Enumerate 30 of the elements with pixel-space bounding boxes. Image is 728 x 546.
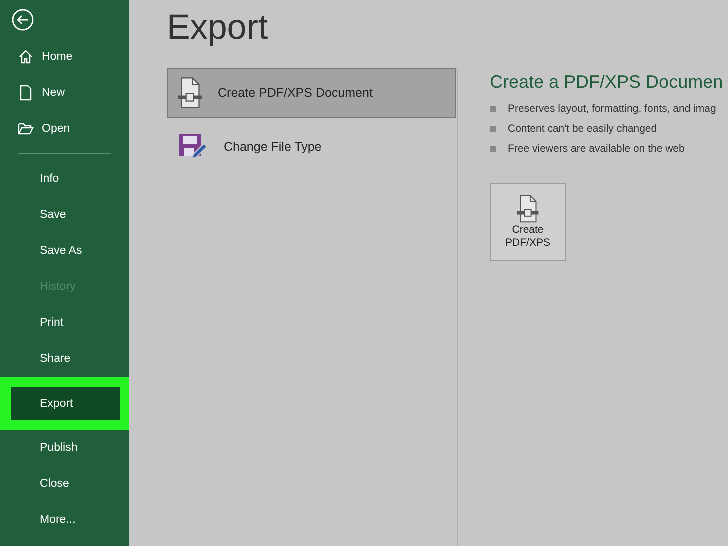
section-title: Create a PDF/XPS Documen: [490, 72, 724, 93]
document-icon: [178, 77, 202, 109]
bullet-text: Content can't be easily changed: [508, 123, 658, 135]
back-button[interactable]: [12, 9, 34, 31]
page-title: Export: [167, 8, 270, 48]
nav-item[interactable]: Print: [0, 305, 129, 341]
page-icon: [18, 85, 34, 101]
floppy-pencil-icon: [178, 133, 208, 161]
export-option[interactable]: Create PDF/XPS Document: [167, 68, 456, 118]
nav-item[interactable]: Share: [0, 341, 129, 377]
bullet-icon: [490, 106, 496, 112]
bullet-icon: [490, 146, 496, 152]
bullet-text: Preserves layout, formatting, fonts, and imag: [508, 103, 716, 115]
bullet-text: Free viewers are available on the web: [508, 143, 685, 155]
nav-item[interactable]: New: [0, 75, 129, 111]
folder-icon: [18, 121, 34, 137]
export-option[interactable]: Change File Type: [167, 122, 456, 172]
nav-item[interactable]: More...: [0, 502, 129, 538]
nav-item[interactable]: Close: [0, 466, 129, 502]
document-icon: [517, 195, 539, 223]
create-pdf-button[interactable]: Create PDF/XPS: [490, 183, 566, 261]
nav-item[interactable]: Save As: [0, 233, 129, 269]
nav-item[interactable]: Info: [0, 161, 129, 197]
nav-item[interactable]: Open: [0, 111, 129, 147]
bullet-icon: [490, 126, 496, 132]
nav-item[interactable]: Save: [0, 197, 129, 233]
nav-item[interactable]: Home: [0, 39, 129, 75]
nav-item[interactable]: Export: [11, 387, 120, 420]
nav-item[interactable]: Publish: [0, 430, 129, 466]
house-icon: [18, 49, 34, 65]
